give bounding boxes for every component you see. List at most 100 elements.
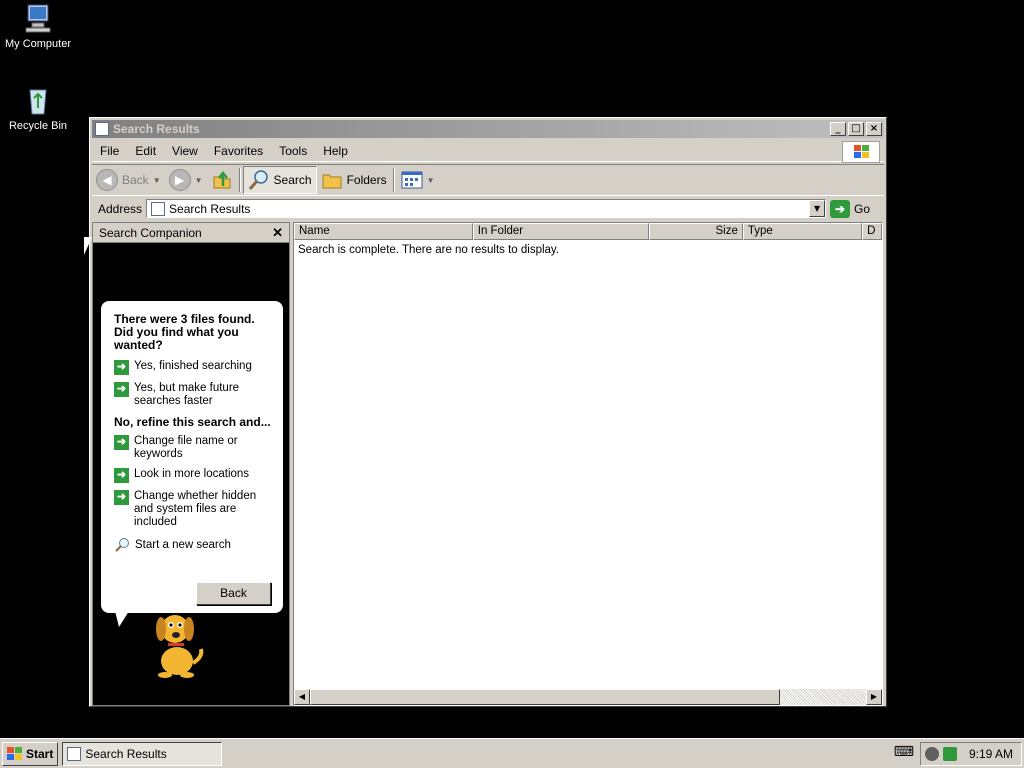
search-results-window: Search Results _ □ × File Edit View Favo… bbox=[89, 117, 887, 707]
menu-help[interactable]: Help bbox=[315, 144, 356, 158]
pane-title: Search Companion bbox=[99, 225, 202, 240]
pane-header: Search Companion ✕ bbox=[93, 223, 289, 243]
address-bar: Address Search Results ▼ ➔ Go bbox=[92, 197, 884, 220]
forward-arrow-icon: ▶ bbox=[168, 169, 191, 191]
views-button[interactable]: ▼ bbox=[397, 166, 439, 194]
bubble-tail bbox=[115, 611, 129, 627]
horizontal-scrollbar[interactable]: ◀ ▶ bbox=[294, 689, 882, 705]
companion-question: There were 3 files found. Did you find w… bbox=[114, 312, 255, 352]
menu-favorites[interactable]: Favorites bbox=[206, 144, 271, 158]
system-tray: 9:19 AM bbox=[920, 742, 1022, 766]
option-faster-searches[interactable]: ➜ Yes, but make future searches faster bbox=[114, 382, 271, 408]
scroll-left-icon[interactable]: ◀ bbox=[294, 689, 310, 705]
column-header-type[interactable]: Type bbox=[742, 223, 863, 240]
column-header-name[interactable]: Name bbox=[294, 223, 473, 240]
companion-bubble: There were 3 files found. Did you find w… bbox=[101, 301, 283, 613]
scrollbar-thumb[interactable] bbox=[310, 689, 780, 705]
toolbar: ◀ Back ▼ ▶ ▼ Search Folders ▼ bbox=[92, 164, 884, 196]
green-arrow-icon: ➜ bbox=[114, 435, 129, 450]
option-label: Yes, but make future searches faster bbox=[134, 382, 240, 407]
back-arrow-icon: ◀ bbox=[96, 169, 118, 191]
folders-button[interactable]: Folders bbox=[317, 166, 391, 194]
update-icon[interactable] bbox=[943, 747, 957, 761]
address-dropdown-button[interactable]: ▼ bbox=[809, 200, 826, 217]
desktop-icon-label: Recycle Bin bbox=[8, 120, 68, 132]
computer-icon bbox=[22, 2, 54, 34]
network-icon[interactable] bbox=[925, 747, 939, 761]
taskbar-item-search-results[interactable]: Search Results bbox=[62, 741, 223, 766]
option-finished-searching[interactable]: ➜ Yes, finished searching bbox=[114, 360, 271, 375]
desktop-icon-my-computer[interactable]: My Computer bbox=[0, 2, 76, 50]
menu-file[interactable]: File bbox=[92, 144, 127, 158]
option-label: Change whether hidden and system files a… bbox=[134, 490, 257, 528]
start-label: Start bbox=[26, 746, 54, 761]
address-field[interactable]: Search Results ▼ bbox=[146, 199, 827, 218]
menu-edit[interactable]: Edit bbox=[127, 144, 164, 158]
keyboard-icon[interactable]: ⌨ bbox=[894, 744, 914, 760]
title-bar[interactable]: Search Results _ □ × bbox=[92, 120, 884, 138]
chevron-down-icon: ▼ bbox=[426, 175, 435, 185]
option-label: Change file name or keywords bbox=[134, 435, 238, 460]
desktop-icon-label: My Computer bbox=[4, 38, 72, 50]
refine-heading: No, refine this search and... bbox=[114, 415, 271, 429]
search-results-icon bbox=[151, 201, 166, 216]
green-arrow-icon: ➜ bbox=[114, 360, 129, 375]
views-icon bbox=[401, 171, 423, 189]
toolbar-separator bbox=[238, 168, 241, 192]
back-nav-button[interactable]: ◀ Back ▼ bbox=[92, 166, 165, 194]
scroll-right-icon[interactable]: ▶ bbox=[866, 689, 882, 705]
close-pane-icon[interactable]: ✕ bbox=[272, 225, 283, 241]
windows-logo bbox=[842, 141, 880, 163]
go-arrow-icon: ➔ bbox=[830, 199, 851, 218]
option-more-locations[interactable]: ➜ Look in more locations bbox=[114, 468, 271, 483]
window-title: Search Results bbox=[113, 122, 200, 136]
toolbar-separator bbox=[392, 168, 395, 192]
option-hidden-files[interactable]: ➜ Change whether hidden and system files… bbox=[114, 490, 271, 529]
menu-tools[interactable]: Tools bbox=[271, 144, 315, 158]
task-label: Search Results bbox=[85, 746, 167, 761]
go-label: Go bbox=[854, 201, 871, 216]
menu-view[interactable]: View bbox=[164, 144, 206, 158]
search-button-label: Search bbox=[273, 173, 312, 187]
desktop-icon-recycle-bin[interactable]: Recycle Bin bbox=[0, 84, 76, 132]
address-value: Search Results bbox=[169, 201, 251, 216]
taskbar: Start Search Results ⌨ 9:19 AM bbox=[0, 738, 1024, 768]
menu-bar: File Edit View Favorites Tools Help bbox=[92, 140, 884, 163]
option-label: Look in more locations bbox=[134, 468, 250, 480]
column-header-date[interactable]: D bbox=[862, 223, 882, 240]
clock[interactable]: 9:19 AM bbox=[969, 747, 1017, 761]
results-list: Name In Folder Size Type D Search is com… bbox=[293, 222, 883, 706]
chevron-down-icon: ▼ bbox=[152, 175, 161, 185]
search-companion-pane: Search Companion ✕ There were 3 files fo… bbox=[92, 222, 290, 706]
companion-back-button[interactable]: Back bbox=[196, 582, 271, 605]
minimize-button[interactable]: _ bbox=[830, 122, 846, 136]
scrollbar-track[interactable] bbox=[780, 689, 866, 705]
windows-flag-icon bbox=[7, 746, 22, 760]
mouse-cursor-icon bbox=[84, 237, 92, 255]
maximize-button[interactable]: □ bbox=[848, 122, 864, 136]
close-button[interactable]: × bbox=[866, 122, 882, 136]
column-header-in-folder[interactable]: In Folder bbox=[472, 223, 649, 240]
window-icon bbox=[95, 122, 109, 136]
back-nav-label: Back bbox=[122, 173, 149, 187]
green-arrow-icon: ➜ bbox=[114, 382, 129, 397]
search-dog-icon bbox=[156, 615, 204, 678]
forward-nav-button[interactable]: ▶ ▼ bbox=[165, 166, 207, 194]
option-change-file-name[interactable]: ➜ Change file name or keywords bbox=[114, 435, 271, 461]
start-button[interactable]: Start bbox=[2, 741, 59, 766]
no-results-message: Search is complete. There are no results… bbox=[298, 244, 560, 256]
search-results-icon bbox=[67, 746, 82, 761]
search-icon bbox=[248, 170, 268, 190]
green-arrow-icon: ➜ bbox=[114, 468, 129, 483]
go-button[interactable]: ➔ Go bbox=[830, 199, 871, 218]
magnifier-icon bbox=[115, 538, 129, 552]
up-folder-icon bbox=[213, 170, 231, 189]
search-button[interactable]: Search bbox=[242, 166, 317, 194]
folder-icon bbox=[322, 174, 342, 189]
up-folder-button[interactable] bbox=[207, 166, 237, 194]
column-header-size[interactable]: Size bbox=[648, 223, 743, 240]
recycle-bin-icon bbox=[22, 84, 54, 116]
new-search-label: Start a new search bbox=[135, 539, 231, 551]
start-new-search-link[interactable]: Start a new search bbox=[114, 537, 271, 553]
chevron-down-icon: ▼ bbox=[194, 175, 203, 185]
